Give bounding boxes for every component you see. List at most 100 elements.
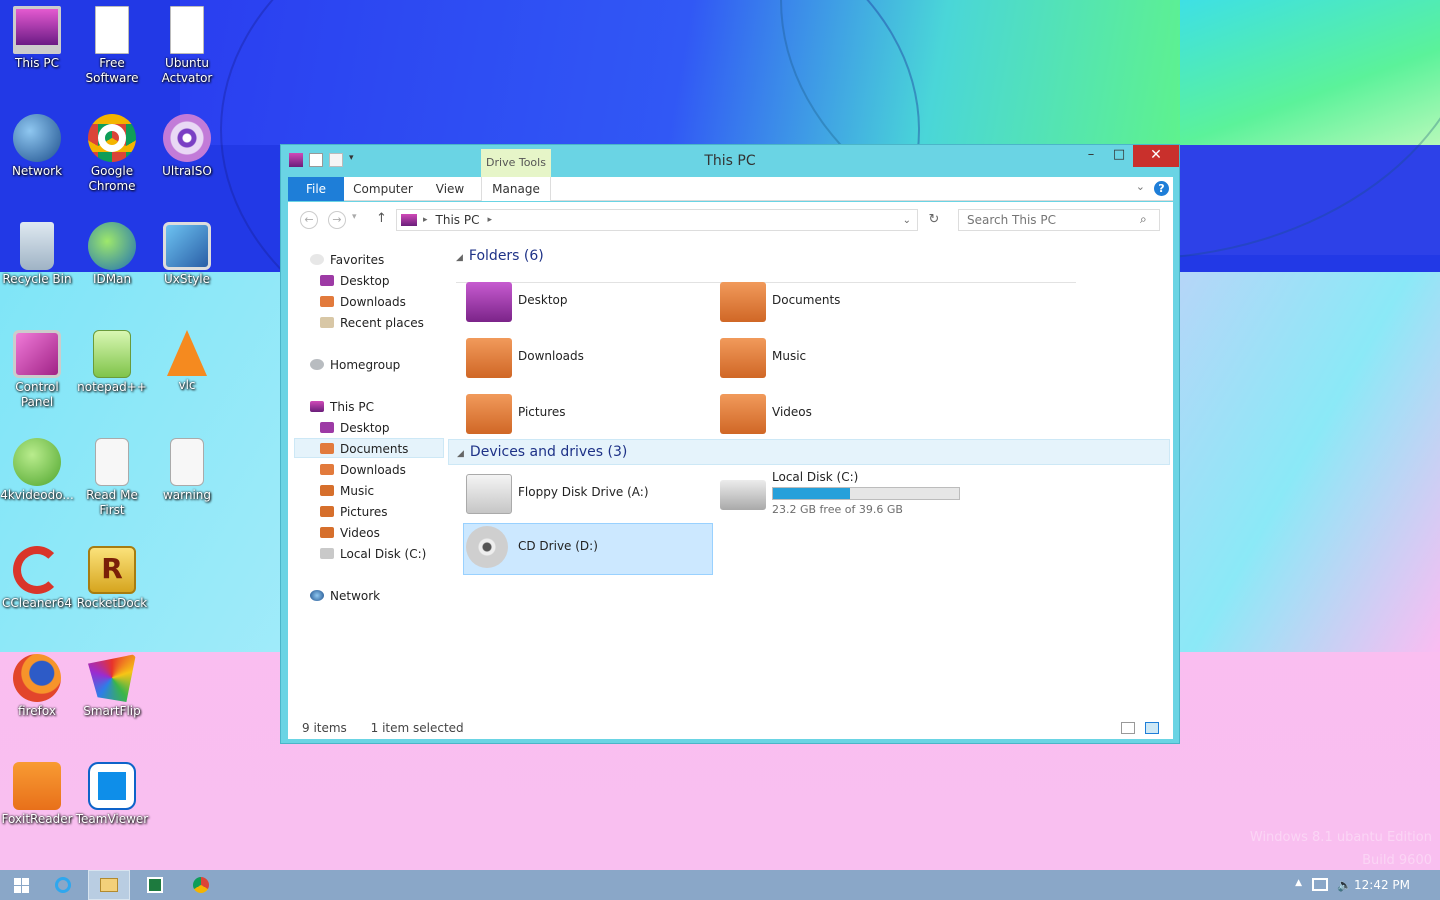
address-dropdown-icon[interactable]: ⌄ bbox=[903, 215, 911, 226]
desktop-icon-foxitreader[interactable]: FoxitReader bbox=[0, 762, 74, 827]
breadcrumb-this-pc[interactable]: This PC bbox=[436, 213, 480, 227]
desktop-icon-4kvideodownloader[interactable]: 4kvideodo... bbox=[0, 438, 74, 503]
nav-label: Videos bbox=[340, 526, 380, 540]
desktop-icon-firefox[interactable]: firefox bbox=[0, 654, 74, 719]
minimize-icon: – bbox=[1087, 147, 1095, 162]
minimize-button[interactable]: – bbox=[1077, 145, 1105, 167]
downloader-icon bbox=[13, 438, 61, 486]
details-view-icon[interactable] bbox=[1121, 722, 1135, 734]
nav-pc-pictures[interactable]: Pictures bbox=[320, 502, 388, 522]
folder-videos[interactable]: Videos bbox=[720, 390, 960, 442]
desktop-icon-notepad-plus-plus[interactable]: notepad++ bbox=[75, 330, 149, 395]
start-button[interactable] bbox=[0, 870, 42, 900]
text-file-icon bbox=[95, 438, 129, 486]
nav-network[interactable]: Network bbox=[310, 586, 380, 606]
volume-muted-icon[interactable]: 🔈 bbox=[1337, 878, 1352, 892]
desktop-folder-icon bbox=[320, 275, 334, 286]
window-titlebar[interactable]: ▾ Drive Tools This PC – □ ✕ bbox=[281, 145, 1179, 177]
desktop-icon-uxstyle[interactable]: UxStyle bbox=[150, 222, 224, 287]
recent-locations-icon[interactable]: ▾ bbox=[352, 212, 357, 222]
ribbon-tabs: File Computer View Manage ⌄ ? bbox=[288, 177, 1173, 201]
expand-ribbon-icon[interactable]: ⌄ bbox=[1136, 180, 1145, 193]
desktop-icon-warning[interactable]: warning bbox=[150, 438, 224, 503]
nav-pc-music[interactable]: Music bbox=[320, 481, 374, 501]
maximize-button[interactable]: □ bbox=[1105, 145, 1133, 167]
nav-favorites[interactable]: Favorites bbox=[310, 250, 384, 270]
network-tray-icon[interactable] bbox=[1312, 878, 1328, 891]
nav-pc-documents[interactable]: Documents bbox=[320, 439, 408, 459]
taskbar-chrome[interactable] bbox=[180, 870, 222, 900]
taskbar-file-explorer[interactable] bbox=[88, 870, 130, 900]
tab-view[interactable]: View bbox=[428, 177, 472, 201]
nav-fav-desktop[interactable]: Desktop bbox=[320, 271, 390, 291]
desktop-icon-ultraiso[interactable]: UltraISO bbox=[150, 114, 224, 179]
drive-cd-d[interactable]: CD Drive (D:) bbox=[466, 524, 706, 576]
nav-pc-desktop[interactable]: Desktop bbox=[320, 418, 390, 438]
drive-floppy[interactable]: Floppy Disk Drive (A:) bbox=[466, 470, 706, 522]
drive-local-disk-c[interactable]: Local Disk (C:) 23.2 GB free of 39.6 GB bbox=[720, 470, 980, 522]
folder-documents[interactable]: Documents bbox=[720, 278, 960, 330]
back-button[interactable]: ← bbox=[300, 211, 318, 229]
desktop-icon-this-pc[interactable]: This PC bbox=[0, 6, 74, 71]
recycle-bin-icon bbox=[20, 222, 54, 270]
search-icon[interactable]: ⌕ bbox=[1140, 212, 1147, 227]
desktop-icon-control-panel[interactable]: Control Panel bbox=[0, 330, 74, 410]
nav-pc-videos[interactable]: Videos bbox=[320, 523, 380, 543]
chrome-icon bbox=[88, 114, 136, 162]
folders-group-header[interactable]: ◢ Folders (6) bbox=[448, 244, 1168, 283]
search-input[interactable] bbox=[958, 209, 1160, 231]
taskbar-clock[interactable]: 12:42 PM bbox=[1354, 878, 1410, 892]
desktop-icon-vlc[interactable]: vlc bbox=[150, 330, 224, 393]
desktop-icon-free-software[interactable]: Free Software bbox=[75, 6, 149, 86]
desktop-icon-teamviewer[interactable]: TeamViewer bbox=[75, 762, 149, 827]
desktop-icon-read-me-first[interactable]: Read Me First bbox=[75, 438, 149, 518]
music-folder-icon bbox=[720, 338, 766, 378]
folder-music[interactable]: Music bbox=[720, 334, 960, 386]
navigation-pane: Favorites Desktop Downloads Recent place… bbox=[288, 242, 448, 712]
desktop-icon-recycle-bin[interactable]: Recycle Bin bbox=[0, 222, 74, 287]
desktop-icon-rocketdock[interactable]: R RocketDock bbox=[75, 546, 149, 611]
desktop-icon-idman[interactable]: IDMan bbox=[75, 222, 149, 287]
help-icon[interactable]: ? bbox=[1154, 181, 1169, 196]
desktop-icon-network[interactable]: Network bbox=[0, 114, 74, 179]
cd-drive-icon bbox=[466, 526, 508, 568]
folder-label: Pictures bbox=[518, 405, 566, 419]
tab-computer[interactable]: Computer bbox=[350, 177, 416, 201]
nav-pc-downloads[interactable]: Downloads bbox=[320, 460, 406, 480]
up-button[interactable]: ↑ bbox=[376, 211, 387, 226]
drive-usage-fill bbox=[773, 488, 850, 499]
forward-button[interactable]: → bbox=[328, 211, 346, 229]
desktop-icon-google-chrome[interactable]: Google Chrome bbox=[75, 114, 149, 194]
nav-homegroup[interactable]: Homegroup bbox=[310, 355, 400, 375]
folder-desktop[interactable]: Desktop bbox=[466, 278, 706, 330]
breadcrumb-separator-icon[interactable]: ▸ bbox=[487, 215, 492, 225]
address-bar[interactable]: ▸ This PC ▸ ⌄ bbox=[396, 209, 918, 231]
refresh-button[interactable]: ↻ bbox=[924, 209, 944, 231]
close-button[interactable]: ✕ bbox=[1133, 145, 1179, 167]
show-hidden-icons-icon[interactable]: ▲ bbox=[1295, 878, 1302, 888]
arrow-up-icon: ↑ bbox=[376, 211, 387, 226]
this-pc-icon bbox=[13, 6, 61, 54]
large-icons-view-icon[interactable] bbox=[1145, 722, 1159, 734]
desktop-icon-label: TeamViewer bbox=[75, 812, 149, 826]
drive-label: Local Disk (C:) bbox=[772, 470, 859, 484]
folder-downloads[interactable]: Downloads bbox=[466, 334, 706, 386]
taskbar-internet-explorer[interactable] bbox=[42, 870, 84, 900]
maximize-icon: □ bbox=[1112, 147, 1126, 162]
nav-fav-downloads[interactable]: Downloads bbox=[320, 292, 406, 312]
desktop-icon-ccleaner[interactable]: CCleaner64 bbox=[0, 546, 74, 611]
desktop-icon-label: Google Chrome bbox=[88, 164, 136, 193]
nav-fav-recent-places[interactable]: Recent places bbox=[320, 313, 424, 333]
devices-group-header[interactable]: ◢ Devices and drives (3) bbox=[448, 439, 1170, 465]
idm-icon bbox=[88, 222, 136, 270]
nav-pc-local-disk[interactable]: Local Disk (C:) bbox=[320, 544, 426, 564]
desktop-icon-ubuntu-actvator[interactable]: Ubuntu Actvator bbox=[150, 6, 224, 86]
nav-label: Local Disk (C:) bbox=[340, 547, 427, 561]
tab-manage[interactable]: Manage bbox=[481, 177, 551, 201]
nav-this-pc[interactable]: This PC bbox=[310, 397, 374, 417]
vlc-icon bbox=[167, 330, 207, 376]
taskbar-excel[interactable] bbox=[134, 870, 176, 900]
folder-pictures[interactable]: Pictures bbox=[466, 390, 706, 442]
tab-file[interactable]: File bbox=[288, 177, 344, 201]
desktop-icon-smartflip[interactable]: SmartFlip bbox=[75, 654, 149, 719]
